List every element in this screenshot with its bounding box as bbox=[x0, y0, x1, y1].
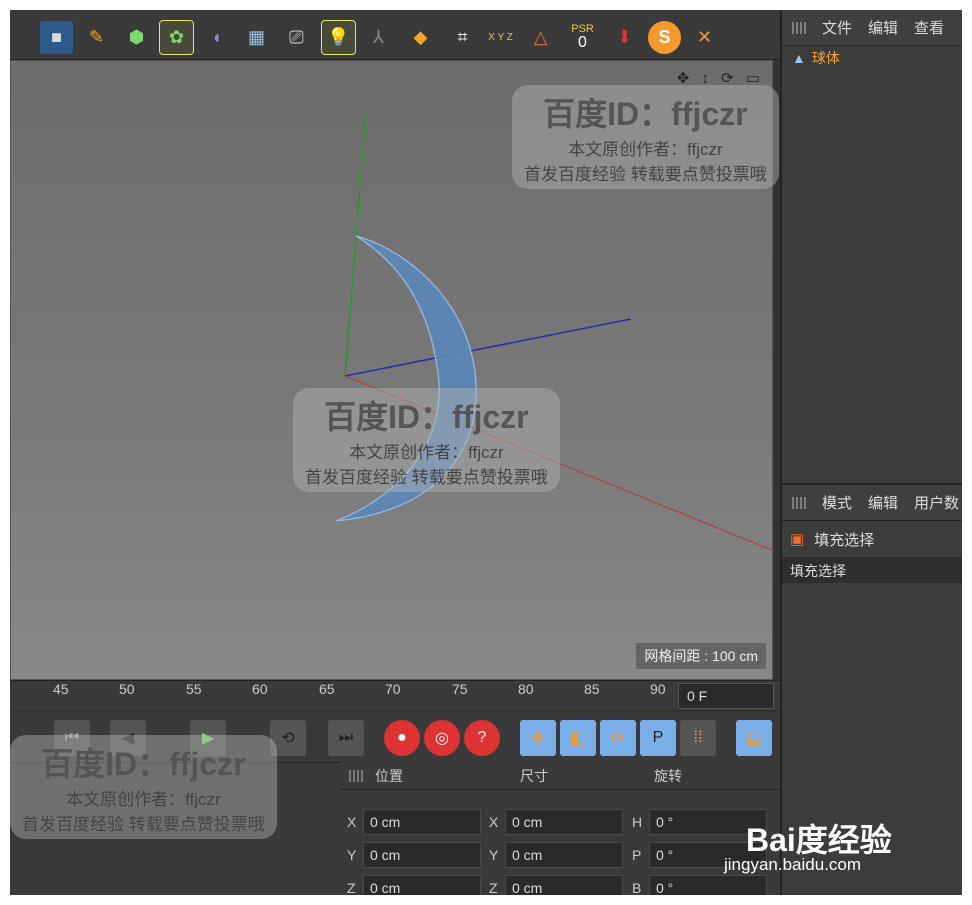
z-axis bbox=[344, 318, 632, 377]
collapse-icon[interactable]: ✕ bbox=[688, 21, 721, 54]
watermark-line1: 本文原创作者：ffjczr bbox=[66, 790, 221, 809]
tick-label: 70 bbox=[385, 681, 401, 697]
sphere-icon: ▲ bbox=[792, 50, 806, 66]
baidu-url: jingyan.baidu.com bbox=[724, 855, 862, 874]
subdivision-icon[interactable]: ⬢ bbox=[120, 21, 153, 54]
menu-mode[interactable]: 模式 bbox=[822, 492, 852, 513]
position-z-field[interactable]: 0 cm bbox=[363, 875, 481, 895]
go-to-end-icon[interactable]: ⏭ bbox=[328, 720, 364, 756]
deformer-icon[interactable]: ◖ bbox=[200, 21, 233, 54]
menu-edit[interactable]: 编辑 bbox=[868, 492, 898, 513]
move-key-icon[interactable]: ✥ bbox=[520, 720, 556, 756]
tag-name: 填充选择 bbox=[814, 531, 875, 549]
xpresso-icon[interactable]: ⌗ bbox=[446, 21, 479, 54]
watermark-title: 百度ID：ffjczr bbox=[324, 399, 529, 435]
tick-label: 90 bbox=[650, 681, 666, 697]
point-level-icon[interactable]: ⁞⁞ bbox=[680, 720, 716, 756]
menu-file[interactable]: 文件 bbox=[822, 17, 852, 38]
watermark-line2: 首发百度经验 转载要点赞投票哦 bbox=[22, 815, 265, 834]
watermark-line1: 本文原创作者：ffjczr bbox=[568, 140, 723, 159]
array-icon[interactable]: ✿ bbox=[159, 20, 194, 55]
size-x-field[interactable]: 0 cm bbox=[505, 809, 623, 835]
tick-label: 80 bbox=[518, 681, 534, 697]
menu-view[interactable]: 查看 bbox=[914, 17, 944, 38]
axis-label: Z bbox=[347, 880, 356, 895]
axis-label: Y bbox=[489, 847, 499, 863]
tick-label: 85 bbox=[584, 681, 600, 697]
axis-label: B bbox=[632, 880, 642, 895]
watermark-line2: 首发百度经验 转载要点赞投票哦 bbox=[305, 468, 548, 487]
coordinate-headers: 位置 尺寸 旋转 bbox=[341, 762, 780, 790]
pen-icon[interactable]: ✎ bbox=[80, 21, 113, 54]
camera-icon[interactable]: ⎚ bbox=[280, 21, 313, 54]
tick-label: 50 bbox=[119, 681, 135, 697]
attribute-manager-menu: 模式 编辑 用户数 bbox=[782, 485, 962, 521]
rotate-key-icon[interactable]: ⟳ bbox=[600, 720, 636, 756]
cube-icon[interactable]: ■ bbox=[40, 21, 73, 54]
render-icon[interactable]: ⬇ bbox=[608, 21, 641, 54]
tag-icon[interactable]: ◆ bbox=[404, 21, 437, 54]
tick-label: 75 bbox=[452, 681, 468, 697]
position-x-field[interactable]: 0 cm bbox=[363, 809, 481, 835]
light-icon[interactable]: 💡 bbox=[321, 20, 356, 55]
key-selection-icon[interactable]: ? bbox=[464, 720, 500, 756]
record-key-icon[interactable]: ● bbox=[384, 720, 420, 756]
section-title[interactable]: 填充选择 bbox=[782, 557, 962, 583]
axis-label: X bbox=[347, 814, 357, 830]
grip-icon bbox=[792, 21, 806, 34]
grip-icon bbox=[349, 769, 363, 782]
object-row-sphere[interactable]: ▲ 球体 bbox=[782, 46, 962, 70]
selection-tag-icon: ▣ bbox=[790, 531, 805, 548]
watermark: 百度ID：ffjczr 本文原创作者：ffjczr 首发百度经验 转载要点赞投票… bbox=[10, 735, 277, 839]
size-z-field[interactable]: 0 cm bbox=[505, 875, 623, 895]
snap-icon[interactable]: △ bbox=[524, 21, 557, 54]
watermark-line1: 本文原创作者：ffjczr bbox=[349, 443, 504, 462]
tick-label: 45 bbox=[53, 681, 69, 697]
watermark-line2: 首发百度经验 转载要点赞投票哦 bbox=[524, 165, 767, 184]
watermark: 百度ID：ffjczr 本文原创作者：ffjczr 首发百度经验 转载要点赞投票… bbox=[293, 388, 560, 492]
main-toolbar: ■ ✎ ⬢ ✿ ◖ ▦ ⎚ 💡 ⅄ ◆ ⌗ X Y Z △ PSR 0 ⬇ S ✕ bbox=[10, 10, 780, 60]
auto-key-icon[interactable]: ◎ bbox=[424, 720, 460, 756]
scale-key-icon[interactable]: ◧ bbox=[560, 720, 596, 756]
coordinate-manager: 位置 尺寸 旋转 X 0 cm X 0 cm H 0 ° Y 0 cm Y 0 … bbox=[341, 762, 780, 895]
psr-button[interactable]: PSR 0 bbox=[566, 21, 599, 54]
rotation-b-field[interactable]: 0 ° bbox=[649, 875, 767, 895]
header-rotation: 旋转 bbox=[654, 767, 682, 784]
coordinate-system-icon[interactable]: X Y Z bbox=[484, 21, 517, 54]
tick-label: 60 bbox=[252, 681, 268, 697]
parameter-key-icon[interactable]: P bbox=[640, 720, 676, 756]
script-icon[interactable]: S bbox=[648, 21, 681, 54]
current-frame-field[interactable]: 0 F bbox=[678, 683, 774, 709]
axis-label: X bbox=[489, 814, 499, 830]
axis-label: H bbox=[632, 814, 643, 830]
axis-label: P bbox=[632, 847, 642, 863]
axis-label: Z bbox=[489, 880, 498, 895]
watermark-title: 百度ID：ffjczr bbox=[41, 746, 246, 782]
timeline-ruler[interactable]: 45 50 55 60 65 70 75 80 85 90 0 F bbox=[10, 680, 780, 710]
object-name: 球体 bbox=[811, 50, 840, 66]
object-manager-menu: 文件 编辑 查看 bbox=[782, 10, 962, 46]
grid-spacing-label: 网格间距 : 100 cm bbox=[636, 643, 766, 669]
tag-header: ▣ 填充选择 bbox=[782, 521, 962, 557]
skeleton-icon[interactable]: ⅄ bbox=[362, 21, 395, 54]
size-y-field[interactable]: 0 cm bbox=[505, 842, 623, 868]
menu-edit[interactable]: 编辑 bbox=[868, 17, 898, 38]
y-axis bbox=[344, 110, 367, 377]
right-panels: 文件 编辑 查看 ▲ 球体 模式 编辑 用户数 ▣ 填充选择 填充选择 bbox=[780, 10, 962, 895]
menu-user-data[interactable]: 用户数 bbox=[914, 492, 959, 513]
header-position: 位置 bbox=[375, 767, 403, 784]
grip-icon bbox=[792, 496, 806, 509]
watermark-title: 百度ID：ffjczr bbox=[543, 96, 748, 132]
position-y-field[interactable]: 0 cm bbox=[363, 842, 481, 868]
header-size: 尺寸 bbox=[520, 767, 548, 784]
timeline-icon[interactable]: ▤ bbox=[736, 720, 772, 756]
tick-label: 55 bbox=[186, 681, 202, 697]
tick-label: 65 bbox=[319, 681, 335, 697]
floor-icon[interactable]: ▦ bbox=[240, 21, 273, 54]
watermark: 百度ID：ffjczr 本文原创作者：ffjczr 首发百度经验 转载要点赞投票… bbox=[512, 85, 779, 189]
axis-label: Y bbox=[347, 847, 357, 863]
